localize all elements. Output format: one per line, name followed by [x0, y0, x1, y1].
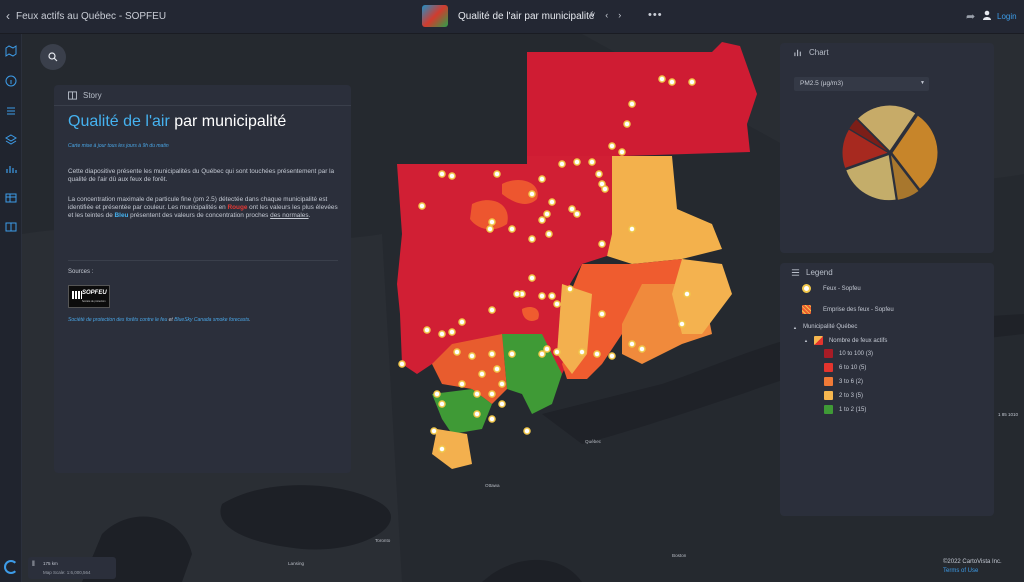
legend-class-swatch — [824, 377, 833, 386]
legend-subgroup[interactable]: ▲ Nombre de feux actifs — [804, 336, 887, 345]
place-label-toronto: Toronto — [375, 538, 391, 543]
story-panel: Story Qualité de l'air par municipalité … — [54, 85, 351, 473]
story-title: Qualité de l'air par municipalité — [458, 10, 595, 22]
login-link[interactable]: Login — [997, 12, 1017, 21]
back-link[interactable]: ‹ Feux actifs au Québec - SOPFEU — [6, 10, 166, 22]
scale-bar: ‖ 175 km Map Scale: 1:6,000,564 — [28, 557, 116, 579]
chevron-right-icon[interactable]: › — [618, 10, 621, 20]
table-icon[interactable] — [5, 191, 17, 203]
scale-km: 175 km — [43, 561, 58, 566]
list-icon[interactable] — [5, 104, 17, 116]
story-heading-highlight: Qualité de l'air — [68, 113, 170, 130]
footprint-swatch — [802, 305, 811, 314]
chevron-left-icon[interactable]: ‹ — [605, 10, 608, 20]
terms-link[interactable]: Terms of Use — [943, 567, 1002, 576]
legend-class-item[interactable]: 10 to 100 (3) — [824, 349, 873, 358]
region-north[interactable] — [527, 42, 757, 164]
sopfeu-credit-link[interactable]: Société de protection des forêts contre … — [68, 317, 167, 323]
map-scale-text: Map Scale: 1:6,000,564 — [43, 570, 91, 575]
place-label-quebec: Québec — [585, 439, 602, 444]
caret-down-icon: ▲ — [793, 324, 797, 330]
legend-class-label: 3 to 6 (2) — [839, 378, 864, 385]
divider — [68, 260, 338, 261]
coordinate-readout: 1 85 1010 — [998, 412, 1019, 417]
metric-select[interactable]: PM2.5 (µg/m3) ▼ — [794, 77, 929, 91]
legend-class-swatch — [824, 391, 833, 400]
list-icon — [791, 269, 800, 276]
caret-down-icon: ▲ — [804, 338, 808, 343]
sources-label: Sources : — [68, 269, 94, 275]
rouge-text: Rouge — [227, 204, 248, 212]
chart-panel: Chart PM2.5 (µg/m3) ▼ — [780, 43, 994, 253]
chart-icon[interactable] — [5, 162, 17, 174]
normales-link[interactable]: des normales — [270, 212, 308, 219]
book-icon — [68, 91, 77, 100]
slide-nav: ˅ ‹ › — [590, 10, 621, 20]
legend-class-item[interactable]: 6 to 10 (5) — [824, 363, 866, 372]
legend-class-swatch — [824, 349, 833, 358]
divider — [54, 105, 351, 106]
top-bar: ‹ Feux actifs au Québec - SOPFEU Qualité… — [0, 0, 1024, 34]
caret-down-icon: ▼ — [920, 80, 925, 86]
app-title: Feux actifs au Québec - SOPFEU — [16, 10, 167, 22]
chart-panel-header: Chart — [794, 48, 829, 57]
details-paragraph: La concentration maximale de particule f… — [68, 196, 338, 220]
group-swatch — [813, 336, 823, 345]
map-icon[interactable] — [5, 44, 17, 57]
left-toolbar — [0, 34, 22, 582]
legend-group-municipalite[interactable]: ▲ Municipalité Québec — [793, 324, 857, 330]
story-panel-label: Story — [83, 91, 102, 100]
legend-panel-header: Legend — [791, 268, 833, 277]
story-selector[interactable]: Qualité de l'air par municipalité — [422, 5, 594, 27]
chart-panel-label: Chart — [809, 48, 829, 57]
chevron-down-icon[interactable]: ˅ — [590, 10, 595, 20]
place-label-boston: Boston — [672, 553, 687, 558]
info-icon[interactable] — [5, 74, 17, 87]
more-options-button[interactable]: ••• — [648, 9, 663, 21]
loading-icon — [4, 560, 18, 574]
place-label-ottawa: Ottawa — [485, 483, 500, 488]
story-heading-rest: par municipalité — [169, 113, 287, 130]
legend-panel: Legend Feux - Sopfeu Emprise des feux - … — [780, 263, 994, 516]
place-label-lansing: Lansing — [288, 561, 305, 566]
legend-panel-label: Legend — [806, 268, 833, 277]
copyright: ©2022 CartoVista Inc. Terms of Use — [943, 559, 1002, 576]
search-icon — [48, 52, 58, 62]
legend-class-item[interactable]: 2 to 3 (5) — [824, 391, 863, 400]
sources-credits: Société de protection des forêts contre … — [68, 317, 251, 323]
layers-icon[interactable] — [5, 133, 17, 145]
update-note: Carte mise à jour tous les jours à 9h du… — [68, 143, 169, 149]
chevron-left-icon: ‹ — [6, 9, 10, 23]
story-heading: Qualité de l'air par municipalité — [68, 113, 286, 131]
story-panel-header: Story — [68, 91, 102, 100]
legend-class-label: 10 to 100 (3) — [839, 350, 874, 357]
book-icon[interactable] — [5, 220, 17, 232]
legend-class-swatch — [824, 405, 833, 414]
bluesky-credit-link[interactable]: BlueSky Canada smoke forecasts — [174, 317, 249, 323]
legend-class-item[interactable]: 1 to 2 (15) — [824, 405, 866, 414]
legend-class-label: 1 to 2 (15) — [839, 406, 867, 413]
fire-marker-icon — [802, 284, 811, 293]
legend-item-footprint[interactable]: Emprise des feux - Sopfeu — [802, 305, 894, 314]
bleu-text: Bleu — [114, 212, 129, 220]
sopfeu-logo[interactable]: SOPFEU Société de protection — [68, 285, 110, 308]
legend-class-label: 6 to 10 (5) — [839, 364, 867, 371]
legend-class-swatch — [824, 363, 833, 372]
legend-class-label: 2 to 3 (5) — [839, 392, 864, 399]
legend-class-item[interactable]: 3 to 6 (2) — [824, 377, 863, 386]
story-thumbnail — [422, 5, 448, 27]
intro-paragraph: Cette diapositive présente les municipal… — [68, 168, 335, 184]
legend-item-fires[interactable]: Feux - Sopfeu — [802, 284, 861, 293]
user-icon[interactable] — [982, 10, 992, 20]
pie-chart[interactable] — [840, 103, 940, 203]
bar-chart-icon — [794, 49, 801, 57]
share-icon[interactable]: ➦ — [966, 10, 975, 23]
pause-icon[interactable]: ‖ — [32, 561, 35, 568]
search-button[interactable] — [40, 44, 66, 70]
